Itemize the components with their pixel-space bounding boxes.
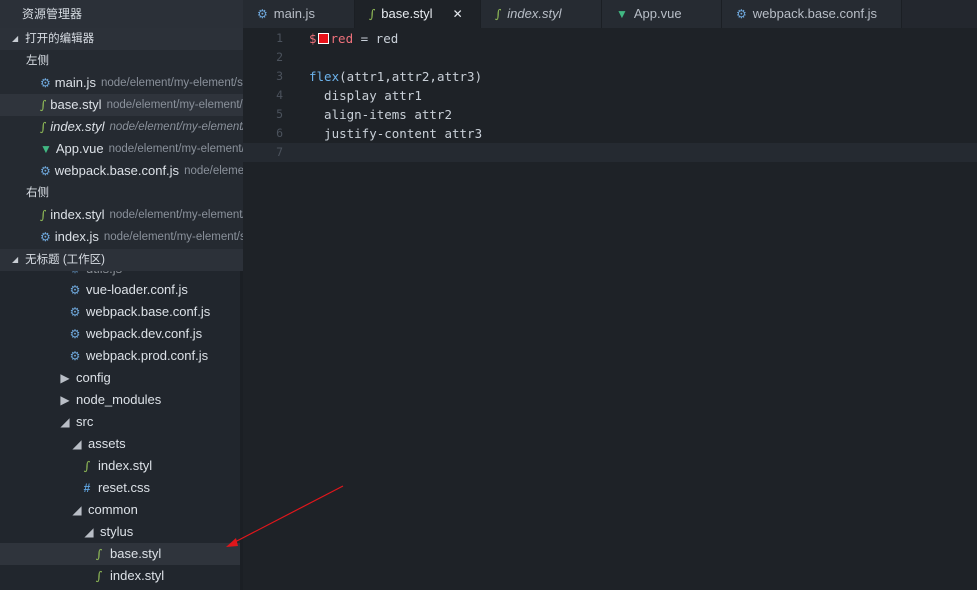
explorer-title: 资源管理器	[0, 0, 243, 28]
stylus-icon: ∫	[495, 7, 502, 21]
stylus-icon: ∫	[40, 98, 47, 112]
tree-item[interactable]: # reset.css	[0, 477, 243, 499]
stylus-icon: ∫	[369, 7, 376, 21]
tree-item[interactable]: ⚙ webpack.dev.conf.js	[0, 323, 243, 345]
tree-item[interactable]: ∫ index.styl	[0, 455, 243, 477]
gear-icon: ⚙	[69, 283, 81, 297]
file-tree: ⚙ utils.js ⚙ vue-loader.conf.js ⚙ webpac…	[0, 271, 243, 590]
tab-app-vue[interactable]: ▼ App.vue	[602, 0, 722, 28]
tree-folder[interactable]: ◢ src	[0, 411, 243, 433]
open-editors-list: 左侧 ⚙ main.js node/element/my-element/src…	[0, 50, 243, 267]
close-icon[interactable]: ✕	[453, 0, 463, 28]
open-editor-item[interactable]: ⚙ index.js node/element/my-element/src	[0, 226, 243, 248]
tree-item[interactable]: ⚙ vue-loader.conf.js	[0, 279, 243, 301]
chevron-right-icon: ▶	[60, 371, 70, 385]
chevron-right-icon: ▶	[60, 393, 70, 407]
workspace-header[interactable]: ◢ 无标题 (工作区)	[0, 249, 243, 271]
chevron-down-icon: ◢	[72, 503, 82, 517]
code-line: 6 justify-content attr3	[276, 126, 483, 141]
tree-folder[interactable]: ▶ node_modules	[0, 389, 243, 411]
chevron-down-icon: ◢	[84, 525, 94, 539]
code-line: 4 display attr1	[276, 88, 422, 103]
tree-folder[interactable]: ◢ assets	[0, 433, 243, 455]
tree-folder[interactable]: ▶ config	[0, 367, 243, 389]
gear-icon: ⚙	[69, 349, 81, 363]
code-editor[interactable]: 1 $ red = red 2 3 flex(attr1,attr2,attr3)…	[243, 28, 977, 590]
chevron-down-icon: ◢	[72, 437, 82, 451]
gear-icon: ⚙	[69, 327, 81, 341]
tree-item[interactable]: ⚙ webpack.prod.conf.js	[0, 345, 243, 367]
chevron-down-icon: ◢	[12, 34, 19, 43]
gear-icon: ⚙	[736, 7, 747, 21]
left-group-header: 左侧	[26, 55, 49, 67]
right-group-header: 右侧	[26, 187, 49, 199]
code-line: 3 flex(attr1,attr2,attr3)	[276, 69, 483, 84]
tree-item-selected[interactable]: ∫ base.styl	[0, 543, 243, 565]
chevron-down-icon: ◢	[60, 415, 70, 429]
code-line: 5 align-items attr2	[276, 107, 452, 122]
gear-icon: ⚙	[40, 230, 51, 244]
hash-icon: #	[83, 481, 91, 495]
tab-index-styl[interactable]: ∫ index.styl	[481, 0, 602, 28]
open-editors-header[interactable]: ◢ 打开的编辑器	[0, 28, 243, 50]
tree-folder[interactable]: ◢ stylus	[0, 521, 243, 543]
stylus-icon: ∫	[40, 120, 47, 134]
vue-icon: ▼	[40, 142, 52, 156]
stylus-icon: ∫	[83, 459, 91, 473]
tab-base-styl[interactable]: ∫ base.styl ✕	[355, 0, 481, 28]
gear-icon: ⚙	[40, 164, 51, 178]
gear-icon: ⚙	[40, 76, 51, 90]
gear-icon: ⚙	[257, 7, 268, 21]
tree-item[interactable]: ∫ index.styl	[0, 565, 243, 587]
open-editors-label: 打开的编辑器	[25, 33, 95, 45]
tab-main-js[interactable]: ⚙ main.js	[243, 0, 355, 28]
code-line: 2	[276, 50, 283, 64]
vue-icon: ▼	[616, 7, 628, 21]
code-line: 1 $ red = red	[276, 31, 399, 46]
tree-folder[interactable]: ◢ common	[0, 499, 243, 521]
open-editor-item[interactable]: ⚙ main.js node/element/my-element/src	[0, 72, 243, 94]
workspace-label: 无标题 (工作区)	[25, 254, 106, 266]
tab-bar: ⚙ main.js ∫ base.styl ✕ ∫ index.styl ▼ A…	[243, 0, 977, 28]
open-editor-item[interactable]: ∫ index.styl node/element/my-element/src	[0, 116, 243, 138]
chevron-down-icon: ◢	[12, 255, 19, 264]
color-swatch[interactable]	[317, 33, 329, 44]
open-editor-item[interactable]: ∫ index.styl node/element/my-element/src	[0, 204, 243, 226]
stylus-icon: ∫	[95, 547, 103, 561]
tab-webpack-base-conf[interactable]: ⚙ webpack.base.conf.js	[722, 0, 902, 28]
code-line-current: 7	[243, 143, 977, 162]
open-editor-item[interactable]: ∫ base.styl node/element/my-element/src	[0, 94, 243, 116]
gear-icon: ⚙	[69, 305, 81, 319]
open-editor-item[interactable]: ⚙ webpack.base.conf.js node/element/my-e…	[0, 160, 243, 182]
stylus-icon: ∫	[40, 208, 47, 222]
stylus-icon: ∫	[95, 569, 103, 583]
tree-item[interactable]: ⚙ webpack.base.conf.js	[0, 301, 243, 323]
open-editor-item[interactable]: ▼ App.vue node/element/my-element/src	[0, 138, 243, 160]
